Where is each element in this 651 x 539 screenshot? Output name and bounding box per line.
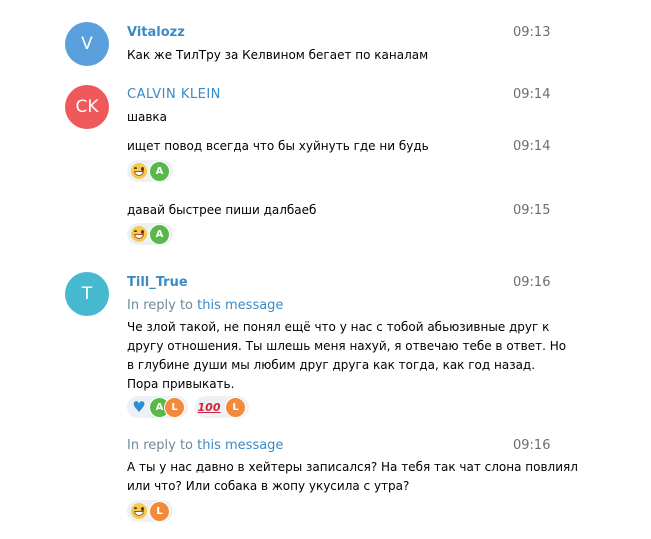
message-text: А ты у нас давно в хейтеры записался? На… [127, 458, 578, 496]
reply-link[interactable]: this message [197, 298, 283, 313]
message-time: 09:16 [513, 275, 551, 290]
message-text: ищет повод всегда что бы хуйнуть где ни … [127, 139, 429, 153]
message-time: 09:16 [513, 438, 551, 453]
message-time: 09:14 [513, 139, 551, 154]
message-time: 09:14 [513, 87, 551, 102]
message-line: Че злой такой, не понял ещё что у нас с … [127, 320, 550, 334]
message-line: Пора привыкать. [127, 377, 235, 391]
sender-name[interactable]: Till_True [127, 275, 188, 290]
message-line: другу отношения. Ты шлешь меня нахуй, я … [127, 339, 567, 353]
reaction-user-avatar: A [149, 160, 170, 182]
message-text: Как же ТилТру за Келвином бегает по кана… [127, 48, 429, 62]
reaction-hundred[interactable]: 100 L [195, 396, 249, 418]
reply-link[interactable]: this message [197, 438, 283, 453]
reactions-bar: A [127, 160, 180, 182]
message-line: или что? Или собака в жопу укусила с утр… [127, 479, 410, 493]
avatar[interactable]: CK [65, 85, 109, 129]
message-time: 09:15 [513, 203, 551, 218]
message-text: шавка [127, 110, 168, 124]
blue-heart-icon: ♥ [132, 398, 146, 416]
message-time: 09:13 [513, 25, 551, 40]
reaction-user-avatar: L [225, 396, 246, 418]
reply-reference: In reply to this message [127, 438, 283, 453]
reaction-grin[interactable]: A [127, 160, 173, 182]
reply-prefix: In reply to [127, 438, 194, 453]
reaction-heart[interactable]: ♥ A L [127, 396, 188, 418]
avatar[interactable]: V [65, 22, 109, 66]
reaction-user-avatar: A [149, 223, 170, 245]
reaction-user-avatar: L [164, 396, 185, 418]
reactions-bar: ♥ A L 100 L [127, 396, 256, 418]
sender-name[interactable]: Vitalozz [127, 25, 185, 40]
grin-icon [129, 501, 149, 521]
message-line: в глубине души мы любим друг друга как т… [127, 358, 536, 372]
grin-icon [129, 161, 149, 181]
reaction-grin[interactable]: A [127, 223, 173, 245]
message-text: давай быстрее пиши далбаеб [127, 203, 317, 217]
reply-prefix: In reply to [127, 298, 194, 313]
hundred-icon: 100 [197, 400, 221, 414]
reactions-bar: A [127, 223, 180, 245]
reaction-grin[interactable]: L [127, 500, 173, 522]
reactions-bar: L [127, 500, 180, 522]
grin-icon [129, 224, 149, 244]
sender-name[interactable]: CALVIN KLEIN [127, 87, 221, 102]
reaction-user-avatar: L [149, 500, 170, 522]
avatar[interactable]: T [65, 272, 109, 316]
message-line: А ты у нас давно в хейтеры записался? На… [127, 460, 578, 474]
message-text: Че злой такой, не понял ещё что у нас с … [127, 318, 566, 394]
reply-reference: In reply to this message [127, 298, 283, 313]
